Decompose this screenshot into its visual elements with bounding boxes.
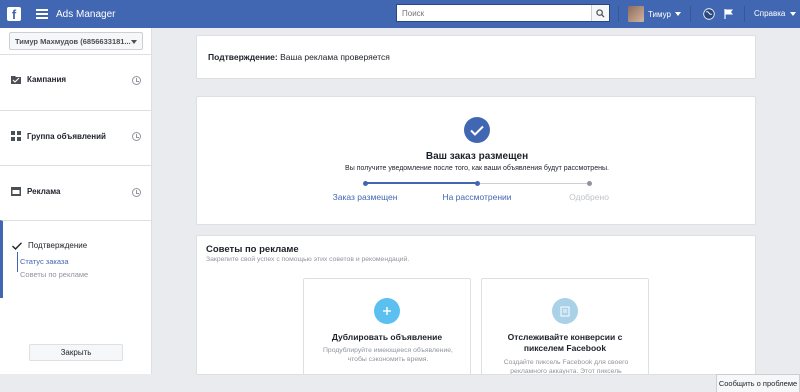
app-title: Ads Manager [56, 8, 116, 20]
tip-card-description: Продублируйте имеющееся объявление, [323, 347, 453, 354]
chevron-down-icon [131, 40, 137, 44]
sidebar-item-confirmation[interactable]: Подтверждение Статус заказа Советы по ре… [0, 220, 152, 298]
ad-tips-panel: Советы по рекламе Закрепите свой успех с… [196, 235, 756, 375]
pixel-icon [552, 298, 578, 324]
top-bar: f Ads Manager Тимур Справка [0, 0, 800, 28]
chevron-down-icon [674, 12, 681, 16]
confirmation-label: Подтверждение: [208, 52, 278, 62]
checkmark-icon [464, 117, 490, 143]
sidebar-item-campaign[interactable]: Кампания [0, 54, 152, 110]
progress-step-dot [363, 181, 368, 186]
close-button[interactable]: Закрыть [29, 344, 123, 361]
ad-icon [11, 187, 21, 196]
tips-title: Советы по рекламе [206, 244, 299, 255]
divider [744, 6, 745, 22]
confirmation-status-text: Ваша реклама проверяется [280, 52, 390, 62]
tip-card-description: рекламного аккаунта. Этот пиксель [510, 368, 622, 375]
facebook-logo-icon[interactable]: f [0, 0, 28, 28]
grid-icon [11, 131, 21, 141]
tip-card-title: Дублировать объявление [331, 332, 443, 342]
progress-step-dot [587, 181, 592, 186]
confirmation-status: Подтверждение: Ваша реклама проверяется [208, 52, 390, 62]
chevron-down-icon[interactable] [790, 12, 796, 16]
report-problem-button[interactable]: Сообщить о проблеме [716, 374, 800, 392]
tips-description: Закрепите свой успех с помощью этих сове… [206, 256, 410, 263]
checkmark-icon [12, 241, 22, 250]
divider [690, 6, 691, 22]
divider [618, 6, 619, 22]
sidebar-item-label: Группа объявлений [27, 131, 106, 141]
user-menu[interactable]: Тимур [628, 6, 681, 22]
clock-icon [132, 76, 141, 85]
sidebar-item-label: Кампания [27, 75, 67, 84]
progress-fill [365, 182, 477, 184]
tip-card-title: Отслеживайте конверсии с [507, 332, 623, 342]
search-icon [596, 8, 605, 18]
search-button[interactable] [591, 5, 609, 21]
order-progress [363, 181, 592, 186]
plus-icon [374, 298, 400, 324]
step-approved: Одобрено [569, 192, 609, 202]
confirmation-panel: Подтверждение: Ваша реклама проверяется [196, 35, 756, 79]
tip-card-description: Создайте пиксель Facebook для своего [503, 359, 629, 366]
tip-card-title: пикселем Facebook [523, 343, 607, 353]
order-status-panel: Ваш заказ размещен Вы получите уведомлен… [196, 96, 756, 225]
search-box [396, 4, 610, 22]
flag-icon[interactable] [722, 7, 736, 21]
tree-line [17, 252, 18, 272]
order-title: Ваш заказ размещен [425, 151, 529, 162]
help-link[interactable]: Справка [754, 9, 785, 18]
sidebar-item-adset[interactable]: Группа объявлений [0, 110, 152, 165]
user-name: Тимур [648, 9, 671, 19]
tip-card-pixel[interactable]: Отслеживайте конверсии с пикселем Facebo… [481, 278, 649, 375]
sidebar-item-label: Подтверждение [28, 241, 88, 250]
account-selector-label: Тимур Махмудов (6856633181... [15, 36, 131, 46]
sidebar-item-ad[interactable]: Реклама [0, 165, 152, 220]
sidebar: Тимур Махмудов (6856633181... Кампания Г… [0, 28, 152, 374]
sidebar-item-label: Реклама [27, 187, 61, 196]
step-review: На рассмотрении [442, 192, 512, 202]
sidebar-subitem-order-status[interactable]: Статус заказа [20, 257, 69, 266]
sidebar-subitem-ad-tips[interactable]: Советы по рекламе [20, 270, 88, 279]
avatar [628, 6, 644, 22]
tip-card-description: чтобы сэкономить время. [347, 356, 429, 363]
globe-icon[interactable] [702, 7, 716, 21]
clock-icon [132, 132, 141, 141]
menu-icon[interactable] [36, 9, 48, 19]
account-selector[interactable]: Тимур Махмудов (6856633181... [9, 32, 143, 50]
step-placed: Заказ размещен [332, 192, 398, 202]
order-description: Вы получите уведомление после того, как … [345, 165, 609, 172]
tip-card-duplicate[interactable]: Дублировать объявление Продублируйте име… [303, 278, 471, 374]
progress-step-dot [475, 181, 480, 186]
folder-icon [11, 76, 21, 84]
clock-icon [132, 188, 141, 197]
search-input[interactable] [397, 5, 591, 21]
